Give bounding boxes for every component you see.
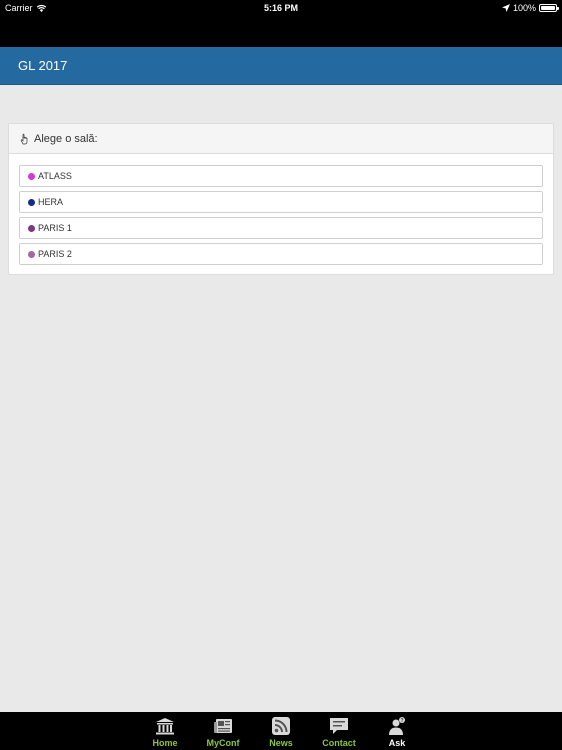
room-label: PARIS 2: [38, 249, 72, 259]
svg-text:?: ?: [400, 718, 403, 724]
status-bar: Carrier 5:16 PM 100%: [0, 0, 562, 47]
status-right: 100%: [501, 3, 559, 13]
room-label: HERA: [38, 197, 64, 207]
room-label: ATLASS: [38, 171, 72, 181]
room-color-dot: [28, 224, 35, 232]
battery-icon: [539, 4, 559, 12]
panel-prompt: Alege o sală:: [34, 132, 98, 145]
tab-label: Ask: [388, 738, 406, 748]
tab-ask[interactable]: ? Ask: [368, 712, 426, 750]
tab-home[interactable]: Home: [136, 712, 194, 750]
tab-label: News: [269, 738, 293, 748]
newspaper-icon: [214, 719, 232, 733]
rss-icon: [272, 717, 290, 735]
app-header: GL 2017: [0, 47, 562, 85]
user-question-icon: ?: [389, 717, 405, 735]
room-select-panel: Alege o sală: ATLASS HERA PARIS 1 PARIS …: [8, 123, 554, 275]
room-label: PARIS 1: [38, 223, 72, 233]
battery-percent: 100%: [512, 3, 536, 13]
hand-pointer-icon: [20, 133, 28, 144]
page-title: GL 2017: [18, 58, 68, 73]
room-item-atlass[interactable]: ATLASS: [19, 165, 543, 187]
tab-label: MyConf: [206, 738, 240, 748]
tab-news[interactable]: News: [252, 712, 310, 750]
tab-contact[interactable]: Contact: [310, 712, 368, 750]
tab-label: Contact: [322, 738, 356, 748]
room-color-dot: [28, 250, 35, 258]
tab-myconf[interactable]: MyConf: [194, 712, 252, 750]
room-item-hera[interactable]: HERA: [19, 191, 543, 213]
tab-label: Home: [152, 738, 178, 748]
room-list: ATLASS HERA PARIS 1 PARIS 2: [9, 154, 553, 265]
room-color-dot: [28, 198, 35, 206]
room-item-paris-2[interactable]: PARIS 2: [19, 243, 543, 265]
room-item-paris-1[interactable]: PARIS 1: [19, 217, 543, 239]
room-color-dot: [28, 172, 35, 180]
chat-icon: [330, 718, 348, 734]
bank-icon: [156, 718, 174, 735]
clock: 5:16 PM: [263, 3, 298, 13]
tab-bar: Home MyConf News Contact ? Ask: [0, 712, 562, 750]
location-arrow-icon: [501, 4, 510, 12]
panel-heading: Alege o sală:: [9, 124, 553, 154]
